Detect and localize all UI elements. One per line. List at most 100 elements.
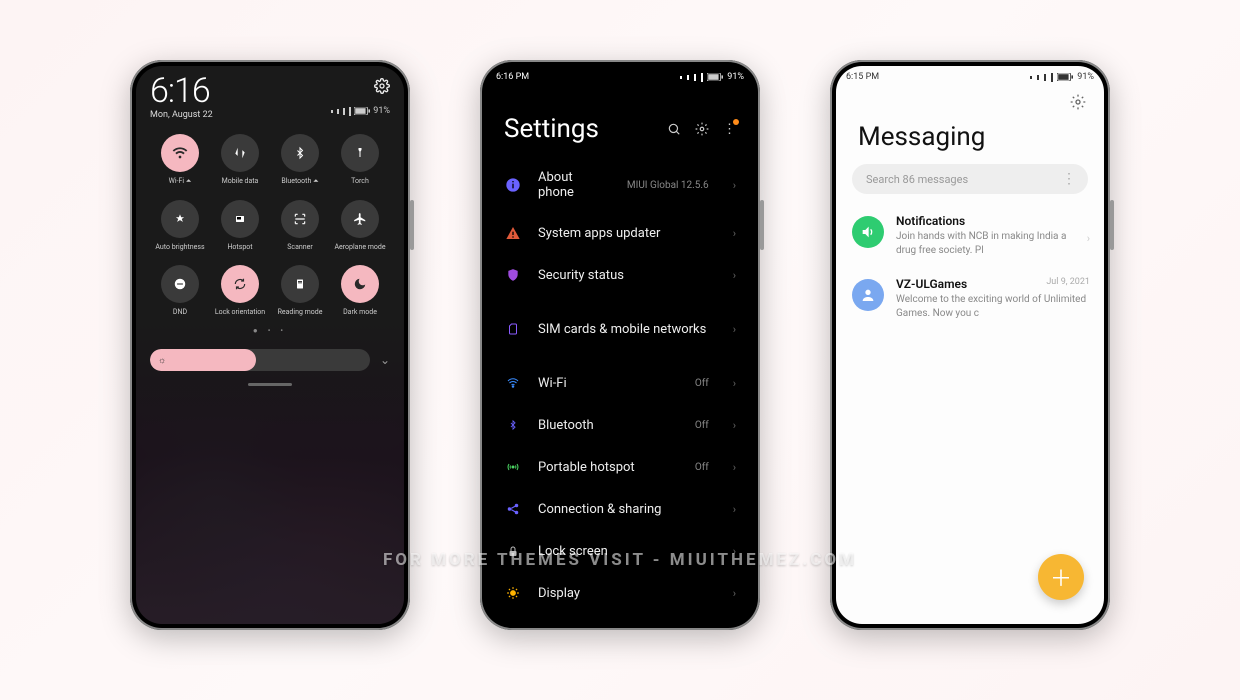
settings-row-label: Security status [538,268,717,283]
message-item[interactable]: VZ-ULGamesWelcome to the exciting world … [836,267,1104,330]
settings-icon[interactable] [1070,94,1086,110]
battery-percent: 91% [1077,72,1094,82]
screen: 6:16 PM 91% Settings ⋮ About phoneMIUI G… [486,66,754,624]
lock-orient-icon [221,265,259,303]
qs-tile-bluetooth[interactable]: Bluetooth ⏶ [270,134,330,186]
qs-tile-dnd[interactable]: DND [150,265,210,316]
search-input[interactable]: Search 86 messages ⋮ [852,164,1088,194]
qs-tile-auto-bright[interactable]: Auto brightness [150,200,210,251]
shield-icon [504,266,522,284]
chevron-right-icon: › [733,419,736,432]
qs-tile-label: Scanner [287,243,312,251]
qs-tile-mobile-data[interactable]: Mobile data [210,134,270,186]
message-preview: Join hands with NCB in making India a dr… [896,230,1088,257]
qs-tile-scanner[interactable]: Scanner [270,200,330,251]
settings-row-share[interactable]: Connection & sharing › [486,488,754,530]
settings-row-value: Off [695,420,709,431]
chevron-right-icon: › [733,377,736,390]
notification-dot [733,119,739,125]
message-list: NotificationsJoin hands with NCB in maki… [836,204,1104,330]
auto-bright-icon [161,200,199,238]
avatar-speaker-icon [852,216,884,248]
qs-tile-torch[interactable]: Torch [330,134,390,186]
screen: 6:16 Mon, August 22 91% Wi-Fi ⏶Mobile da… [136,66,404,624]
hotspot-icon [504,458,522,476]
qs-tile-wifi[interactable]: Wi-Fi ⏶ [150,134,210,186]
chevron-right-icon: › [733,179,736,192]
settings-row-value: Off [695,378,709,389]
warn-icon [504,224,522,242]
display-icon [504,584,522,602]
page-indicator: ● • • [150,326,390,335]
settings-row-sim[interactable]: SIM cards & mobile networks› [486,308,754,350]
settings-icon[interactable] [374,78,390,94]
settings-row-bt[interactable]: BluetoothOff› [486,404,754,446]
dnd-icon [161,265,199,303]
qs-tile-label: DND [173,308,187,316]
hotspot-icon [221,200,259,238]
battery-icon [1057,73,1073,81]
brightness-expand-icon[interactable]: ⌄ [380,353,390,367]
page-title: Settings [504,114,599,144]
mobile-data-icon [221,134,259,172]
qs-tile-label: Aeroplane mode [334,243,385,251]
settings-row-label: Lock screen [538,544,717,559]
message-item[interactable]: NotificationsJoin hands with NCB in maki… [836,204,1104,267]
gear-icon[interactable] [695,122,709,136]
chevron-right-icon: › [733,503,736,516]
search-placeholder: Search 86 messages [866,173,968,186]
settings-row-warn[interactable]: System apps updater › [486,212,754,254]
brightness-slider[interactable]: ☼ [150,349,370,371]
drag-handle[interactable] [248,383,292,386]
avatar-person-icon [852,279,884,311]
settings-row-display[interactable]: Display › [486,572,754,614]
info-icon [504,176,522,194]
bluetooth-icon [281,134,319,172]
settings-row-lock[interactable]: Lock screen › [486,530,754,572]
settings-row-shield[interactable]: Security status› [486,254,754,296]
settings-row-wifi[interactable]: Wi-Fi Off › [486,362,754,404]
overflow-menu-icon[interactable]: ⋮ [723,122,736,137]
qs-tile-label: Mobile data [222,177,259,185]
chevron-right-icon: › [733,545,736,558]
airplane-icon [341,200,379,238]
share-icon [504,500,522,518]
chevron-right-icon: › [733,587,736,600]
status-bar: 6:15 PM 91% [836,66,1104,84]
settings-row-label: Wi-Fi [538,376,679,391]
clock-date: Mon, August 22 [150,110,213,120]
qs-tile-label: Auto brightness [155,243,204,251]
chevron-right-icon: › [733,227,736,240]
settings-row-label: Connection & sharing [538,502,717,517]
battery-icon [354,107,370,115]
settings-list: About phoneMIUI Global 12.5.6›System app… [486,158,754,614]
qs-tile-label: Torch [351,177,369,185]
settings-row-hotspot[interactable]: Portable hotspotOff› [486,446,754,488]
qs-tile-lock-orient[interactable]: Lock orientation [210,265,270,316]
chevron-right-icon: › [733,461,736,474]
qs-tile-dark-mode[interactable]: Dark mode [330,265,390,316]
clock-time: 6:16 [150,74,213,108]
qs-tile-label: Bluetooth ⏶ [281,177,318,186]
page-title: Messaging [836,110,1104,158]
qs-tile-label: Hotspot [227,243,252,251]
qs-tile-read-mode[interactable]: Reading mode [270,265,330,316]
chevron-right-icon: › [1087,232,1090,245]
battery-percent: 91% [727,72,744,82]
read-mode-icon [281,265,319,303]
qs-tile-hotspot[interactable]: Hotspot [210,200,270,251]
bt-icon [504,416,522,434]
compose-fab[interactable]: ＋ [1038,554,1084,600]
settings-row-label: Display [538,586,717,601]
settings-row-info[interactable]: About phoneMIUI Global 12.5.6› [486,158,754,212]
chevron-right-icon: › [733,323,736,336]
wifi-icon [161,134,199,172]
search-icon[interactable] [667,122,681,136]
battery-icon [707,73,723,81]
screen: 6:15 PM 91% Messaging Search 86 messages… [836,66,1104,624]
sim-icon [504,320,522,338]
settings-row-label: System apps updater [538,226,717,241]
qs-tile-label: Reading mode [278,308,323,316]
qs-tile-airplane[interactable]: Aeroplane mode [330,200,390,251]
wifi-icon [504,374,522,392]
